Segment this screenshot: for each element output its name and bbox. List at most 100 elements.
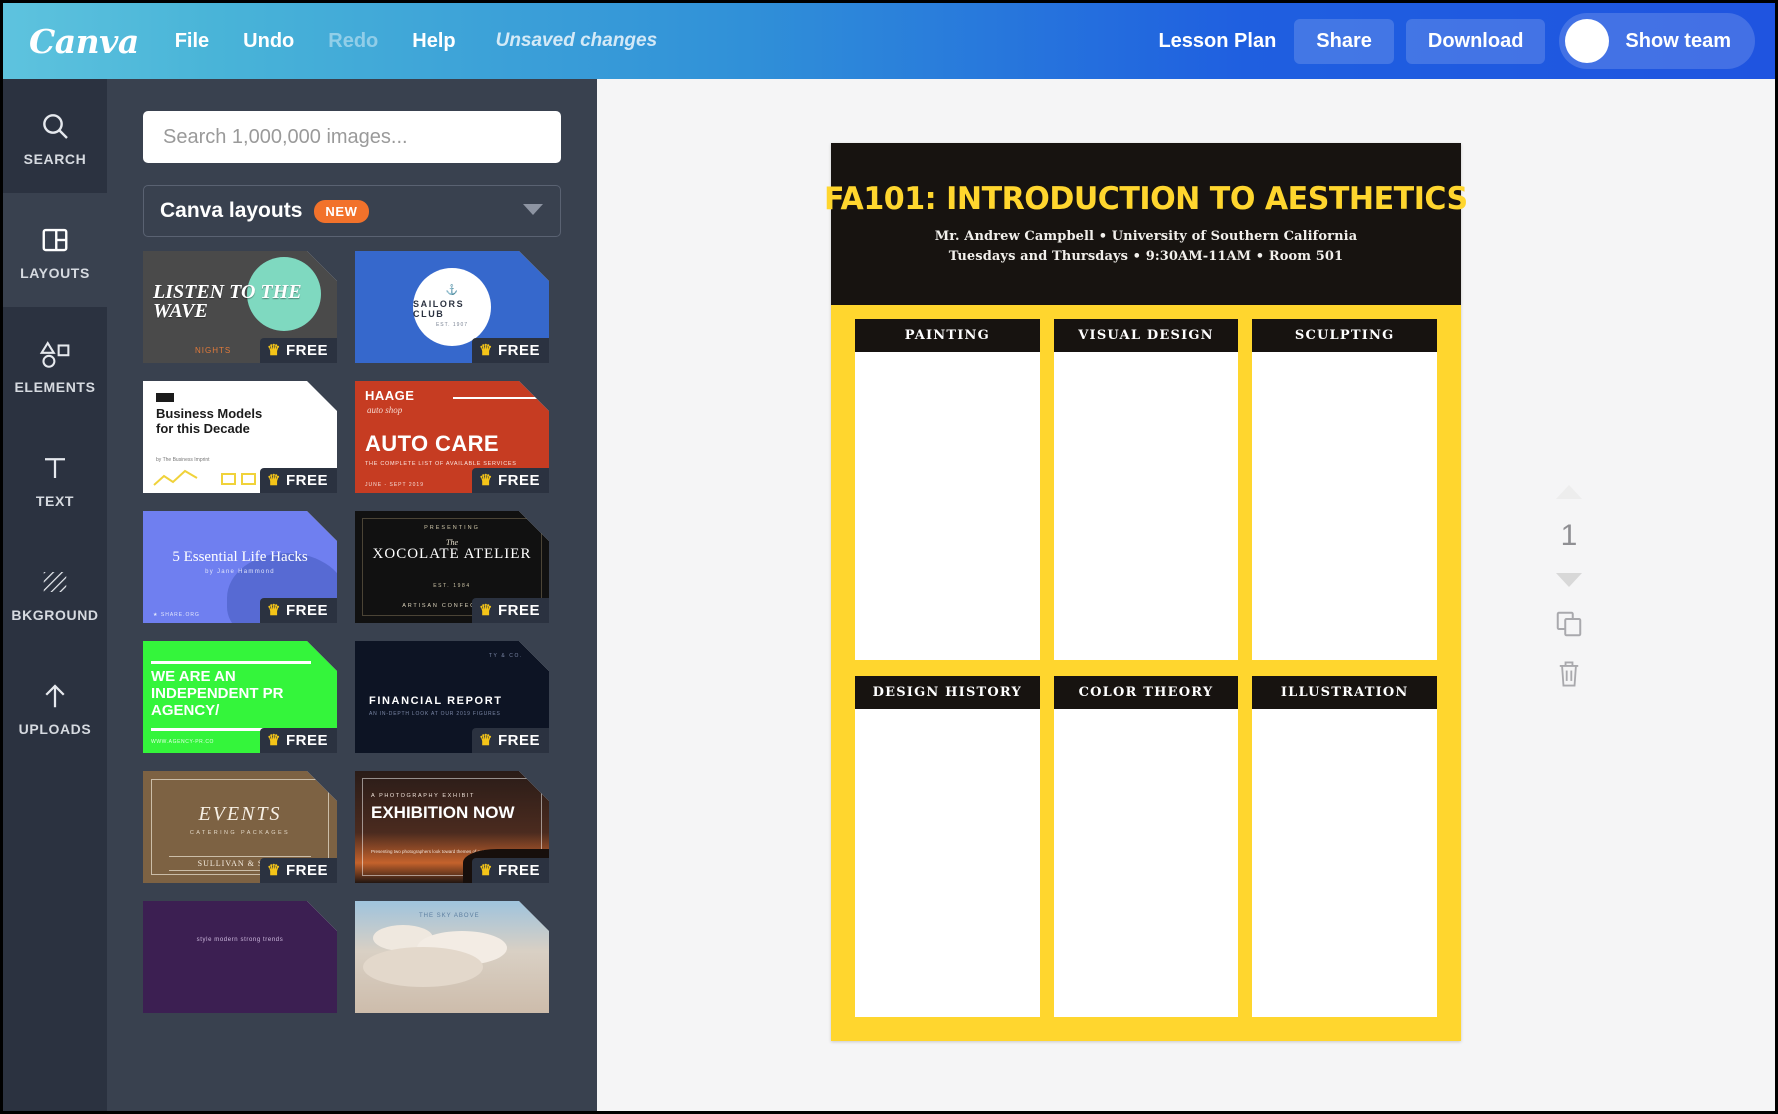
menu-undo[interactable]: Undo	[243, 30, 294, 53]
text-icon	[40, 447, 70, 489]
sidebar-label-layouts: LAYOUTS	[20, 265, 90, 281]
show-team-button[interactable]: Show team	[1559, 13, 1755, 69]
free-label: FREE	[286, 342, 328, 359]
list-item[interactable]: style modern strong trends	[143, 901, 337, 1013]
free-label: FREE	[286, 602, 328, 619]
design-cell-design-history[interactable]: DESIGN HISTORY	[855, 676, 1040, 1017]
chevron-down-icon	[522, 202, 544, 221]
list-item[interactable]: TY & CO. FINANCIAL REPORT AN IN-DEPTH LO…	[355, 641, 549, 753]
top-toolbar-right: Lesson Plan Share Download Show team	[1158, 13, 1755, 69]
move-page-up-button[interactable]	[1554, 483, 1584, 501]
page-fold-shadow	[519, 381, 549, 411]
list-item[interactable]: A PHOTOGRAPHY EXHIBIT EXHIBITION NOW Pre…	[355, 771, 549, 883]
list-item[interactable]: THE SKY ABOVE	[355, 901, 549, 1013]
cell-heading: PAINTING	[855, 319, 1040, 352]
list-item[interactable]: 5 Essential Life Hacks by Jane Hammond ★…	[143, 511, 337, 623]
tool-rail: SEARCH LAYOUTS ELEMENTS	[3, 79, 107, 1111]
design-cell-color-theory[interactable]: COLOR THEORY	[1054, 676, 1239, 1017]
list-item[interactable]: Business Models for this Decade by The B…	[143, 381, 337, 493]
search-input[interactable]	[143, 111, 561, 163]
layouts-panel: Canva layouts NEW LISTEN TO THE WAVE NIG…	[107, 79, 597, 1111]
free-badge: ♛ FREE	[472, 468, 549, 493]
thumbnail-subtitle: by The Business Imprint	[156, 457, 210, 463]
delete-page-button[interactable]	[1555, 659, 1583, 689]
sidebar-item-search[interactable]: SEARCH	[3, 79, 107, 193]
menu-help[interactable]: Help	[412, 30, 455, 53]
design-cell-sculpting[interactable]: SCULPTING	[1252, 319, 1437, 660]
free-badge: ♛ FREE	[260, 598, 337, 623]
show-team-label: Show team	[1625, 30, 1731, 53]
free-label: FREE	[498, 862, 540, 879]
free-label: FREE	[286, 862, 328, 879]
cell-heading: ILLUSTRATION	[1252, 676, 1437, 709]
sidebar-label-uploads: UPLOADS	[19, 721, 92, 737]
thumbnail-title: FINANCIAL REPORT	[369, 695, 503, 707]
page-fold-shadow	[307, 511, 337, 541]
sidebar-item-elements[interactable]: ELEMENTS	[3, 307, 107, 421]
page-fold-shadow	[519, 771, 549, 801]
download-button[interactable]: Download	[1406, 19, 1546, 64]
list-item[interactable]: WE ARE AN INDEPENDENT PR AGENCY/ WWW.AGE…	[143, 641, 337, 753]
cell-body[interactable]	[1252, 709, 1437, 1017]
document-title[interactable]: Lesson Plan	[1158, 30, 1276, 53]
share-button[interactable]: Share	[1294, 19, 1394, 64]
page-fold-shadow	[307, 771, 337, 801]
list-item[interactable]: HAAGE auto shop AUTO CARE THE COMPLETE L…	[355, 381, 549, 493]
crown-icon: ♛	[479, 863, 493, 878]
free-label: FREE	[498, 472, 540, 489]
list-item[interactable]: PRESENTING The XOCOLATE ATELIER EST. 198…	[355, 511, 549, 623]
canva-logo[interactable]: Canva	[29, 22, 139, 61]
sidebar-item-text[interactable]: TEXT	[3, 421, 107, 535]
design-subtitle-line2: Tuesdays and Thursdays • 9:30AM-11AM • R…	[949, 247, 1343, 267]
sidebar-item-layouts[interactable]: LAYOUTS	[3, 193, 107, 307]
free-badge: ♛ FREE	[472, 338, 549, 363]
crown-icon: ♛	[267, 473, 281, 488]
new-badge: NEW	[314, 200, 368, 223]
design-cell-illustration[interactable]: ILLUSTRATION	[1252, 676, 1437, 1017]
crown-icon: ♛	[267, 733, 281, 748]
sidebar-item-background[interactable]: BKGROUND	[3, 535, 107, 649]
layouts-icon	[40, 219, 70, 261]
menu-redo[interactable]: Redo	[328, 30, 378, 53]
free-badge: ♛ FREE	[260, 338, 337, 363]
avatar	[1565, 19, 1609, 63]
cell-body[interactable]	[855, 709, 1040, 1017]
free-badge: ♛ FREE	[260, 728, 337, 753]
list-item[interactable]: EVENTS CATERING PACKAGES SULLIVAN & SONS…	[143, 771, 337, 883]
canvas-stage[interactable]: FA101: INTRODUCTION TO AESTHETICS Mr. An…	[597, 79, 1775, 1111]
list-item[interactable]: LISTEN TO THE WAVE NIGHTS ♛ FREE	[143, 251, 337, 363]
thumbnail-subtitle: CATERING PACKAGES	[143, 830, 337, 836]
crown-icon: ♛	[479, 343, 493, 358]
design-title: FA101: INTRODUCTION TO AESTHETICS	[824, 181, 1468, 217]
list-item[interactable]: ⚓ SAILORS CLUB EST. 1907 ♛ FREE	[355, 251, 549, 363]
layout-category-label: Canva layouts	[160, 199, 302, 223]
search-container	[107, 79, 597, 163]
page-number: 1	[1561, 521, 1578, 551]
duplicate-page-button[interactable]	[1554, 609, 1584, 639]
design-page[interactable]: FA101: INTRODUCTION TO AESTHETICS Mr. An…	[831, 143, 1461, 1041]
design-header[interactable]: FA101: INTRODUCTION TO AESTHETICS Mr. An…	[831, 143, 1461, 305]
free-label: FREE	[286, 472, 328, 489]
move-page-down-button[interactable]	[1554, 571, 1584, 589]
crown-icon: ♛	[479, 473, 493, 488]
design-cell-painting[interactable]: PAINTING	[855, 319, 1040, 660]
sidebar-label-text: TEXT	[36, 493, 74, 509]
thumbnail-title: XOCOLATE ATELIER	[355, 547, 549, 563]
cell-body[interactable]	[855, 352, 1040, 660]
design-cell-visual-design[interactable]: VISUAL DESIGN	[1054, 319, 1239, 660]
page-fold-shadow	[519, 251, 549, 281]
cell-body[interactable]	[1054, 352, 1239, 660]
layout-category-dropdown[interactable]: Canva layouts NEW	[143, 185, 561, 237]
thumbnail-title: Business Models for this Decade	[156, 407, 276, 437]
crown-icon: ♛	[479, 733, 493, 748]
crown-icon: ♛	[267, 603, 281, 618]
cell-body[interactable]	[1054, 709, 1239, 1017]
page-fold-shadow	[307, 251, 337, 281]
page-fold-shadow	[519, 901, 549, 931]
free-label: FREE	[498, 732, 540, 749]
cell-body[interactable]	[1252, 352, 1437, 660]
page-fold-shadow	[519, 641, 549, 671]
sidebar-item-uploads[interactable]: UPLOADS	[3, 649, 107, 763]
page-tools: 1	[1539, 483, 1599, 709]
menu-file[interactable]: File	[175, 30, 209, 53]
